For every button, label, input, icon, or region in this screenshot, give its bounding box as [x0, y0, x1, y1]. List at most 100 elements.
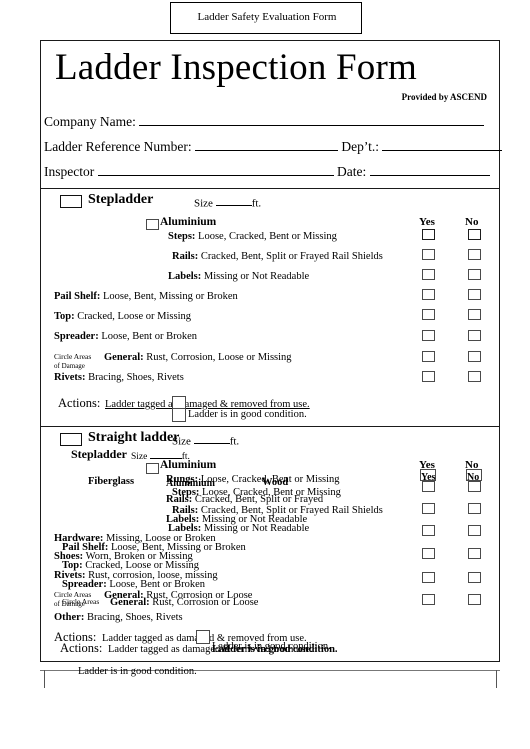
stepladder-pail-shelf-yes-checkbox[interactable] — [422, 289, 435, 300]
stepladder-spreader-yes-checkbox[interactable] — [422, 330, 435, 341]
header-divider — [40, 188, 500, 189]
item-label: Other: — [54, 612, 85, 623]
straight-ladder-general-no-checkbox[interactable] — [468, 594, 481, 605]
item-text: Cracked, Loose or Missing — [85, 560, 199, 571]
stepladder-aluminium-checkbox[interactable] — [146, 219, 159, 230]
overlay-item-pail-shelf: Pail Shelf: Loose, Bent, Missing or Brok… — [62, 542, 246, 553]
trailing-left-tick — [44, 670, 45, 688]
overlay-item-labels: Labels: Missing or Not Readable — [168, 523, 309, 534]
stepladder-type-checkbox[interactable] — [60, 195, 82, 208]
stepladder-steps-yes-checkbox[interactable] — [422, 229, 435, 240]
stepladder-rails-yes-checkbox[interactable] — [422, 249, 435, 260]
stepladder-actions-good-text: Ladder is in good condition. — [188, 409, 307, 420]
item-label: Top: — [54, 311, 75, 322]
item-label: Pail Shelf: — [62, 542, 109, 553]
item-label: General: — [104, 352, 144, 363]
item-label: Rivets: — [54, 372, 86, 383]
stepladder-item-pail-shelf: Pail Shelf: Loose, Bent, Missing or Brok… — [54, 291, 238, 302]
item-text: Missing or Not Readable — [203, 271, 310, 282]
straight-ladder-shoes-no-checkbox[interactable] — [468, 572, 481, 583]
stepladder-rivets-no-checkbox[interactable] — [468, 371, 481, 382]
item-label: Spreader: — [54, 331, 99, 342]
straight-ladder-rungs-no-checkbox[interactable] — [468, 481, 481, 492]
stepladder-size-input[interactable] — [215, 195, 252, 207]
section-divider — [40, 426, 500, 427]
stepladder-item-top: Top: Cracked, Loose or Missing — [54, 311, 191, 322]
straight-ladder-labels-no-checkbox[interactable] — [468, 525, 481, 536]
stepladder-general-yes-checkbox[interactable] — [422, 351, 435, 362]
dept-input[interactable] — [382, 137, 503, 151]
straight-ladder-size-prefix: Size — [172, 435, 191, 448]
overlay-size-input[interactable] — [149, 449, 182, 460]
overlay-aluminium-checkbox[interactable] — [146, 463, 159, 474]
inspector-input[interactable] — [97, 162, 334, 176]
item-label: Spreader: — [62, 579, 107, 590]
straight-ladder-shoes-yes-checkbox[interactable] — [422, 572, 435, 583]
stepladder-aluminium-label: Aluminium — [160, 216, 217, 228]
stepladder-top-no-checkbox[interactable] — [468, 309, 481, 320]
trailing-right-tick — [496, 670, 497, 688]
item-label: Labels: — [168, 271, 202, 282]
stepladder-size-prefix: Size — [194, 197, 213, 210]
page-title: Ladder Inspection Form — [55, 47, 417, 88]
stepladder-no-column-header: No — [465, 216, 479, 228]
overlay-item-spreader: Spreader: Loose, Bent or Broken — [62, 579, 205, 590]
inspector-label: Inspector — [44, 163, 95, 179]
stepladder-actions-good-checkbox[interactable] — [172, 408, 186, 422]
stepladder-general-no-checkbox[interactable] — [468, 351, 481, 362]
item-text: Cracked, Loose or Missing — [77, 311, 191, 322]
ladder-reference-input[interactable] — [195, 137, 339, 151]
item-label: Labels: — [168, 523, 202, 534]
company-name-label: Company Name: — [44, 113, 136, 129]
item-label: General: — [110, 597, 150, 608]
item-text: Loose, Bent, Missing or Broken — [103, 291, 238, 302]
stepladder-labels-no-checkbox[interactable] — [468, 269, 481, 280]
overlay-actions-label: Actions: — [60, 641, 103, 655]
stepladder-item-spreader: Spreader: Loose, Bent or Broken — [54, 331, 197, 342]
overlay-item-rails: Rails: Cracked, Bent, Split or Frayed Ra… — [172, 505, 383, 516]
overlay-item-general: General: Rust, Corrosion or Loose — [110, 597, 258, 608]
stepladder-rivets-yes-checkbox[interactable] — [422, 371, 435, 382]
stepladder-labels-yes-checkbox[interactable] — [422, 269, 435, 280]
company-name-row: Company Name: — [44, 112, 485, 130]
item-text: Rust, Corrosion, Loose or Missing — [146, 352, 292, 363]
item-label: Steps: — [168, 231, 196, 242]
straight-ladder-fiberglass-label: Fiberglass — [88, 476, 135, 487]
straight-ladder-size-suffix: ft. — [229, 435, 240, 448]
overlay-stepladder-type-label: Stepladder — [71, 447, 128, 461]
stepladder-pail-shelf-no-checkbox[interactable] — [468, 289, 481, 300]
straight-ladder-actions-damaged-checkbox[interactable] — [196, 630, 210, 644]
straight-ladder-labels-yes-checkbox[interactable] — [422, 525, 435, 536]
date-label: Date: — [336, 163, 367, 179]
straight-ladder-general-yes-checkbox[interactable] — [422, 594, 435, 605]
item-text: Loose, Bent or Broken — [109, 579, 205, 590]
straight-ladder-size-input[interactable] — [193, 433, 230, 445]
item-label: Rails: — [172, 505, 199, 516]
item-label: Rungs: — [166, 474, 199, 485]
stepladder-steps-no-checkbox[interactable] — [468, 229, 481, 240]
straight-ladder-rungs-yes-checkbox[interactable] — [422, 481, 435, 492]
trailing-good-condition-text: Ladder is in good condition. — [78, 666, 197, 677]
straight-ladder-rails-no-checkbox[interactable] — [468, 503, 481, 514]
dept-label: Dep’t.: — [341, 138, 380, 154]
evaluation-form-title-box: Ladder Safety Evaluation Form — [170, 2, 362, 34]
overlay-actions-good-text: Ladder is in good condition. — [212, 644, 338, 655]
straight-ladder-hardware-yes-checkbox[interactable] — [422, 548, 435, 559]
stepladder-type-label: Stepladder — [88, 192, 154, 207]
straight-ladder-hardware-no-checkbox[interactable] — [468, 548, 481, 559]
straight-ladder-rails-yes-checkbox[interactable] — [422, 503, 435, 514]
date-input[interactable] — [369, 162, 490, 176]
straight-ladder-item-rungs: Rungs: Loose, Cracked, Bent or Missing — [166, 474, 340, 485]
stepladder-top-yes-checkbox[interactable] — [422, 309, 435, 320]
stepladder-rails-no-checkbox[interactable] — [468, 249, 481, 260]
item-text: Loose, Cracked, Bent or Missing — [202, 487, 341, 498]
stepladder-spreader-no-checkbox[interactable] — [468, 330, 481, 341]
stepladder-item-rivets: Rivets: Bracing, Shoes, Rivets — [54, 372, 184, 383]
item-label: Top: — [62, 560, 83, 571]
straight-ladder-size-field: Size ft. — [172, 433, 239, 447]
stepladder-item-steps: Steps: Loose, Cracked, Bent or Missing — [168, 231, 337, 242]
straight-ladder-type-checkbox[interactable] — [60, 433, 82, 446]
item-text: Loose, Bent, Missing or Broken — [111, 542, 246, 553]
company-name-input[interactable] — [139, 112, 485, 126]
item-text: Loose, Cracked, Bent or Missing — [200, 474, 340, 485]
